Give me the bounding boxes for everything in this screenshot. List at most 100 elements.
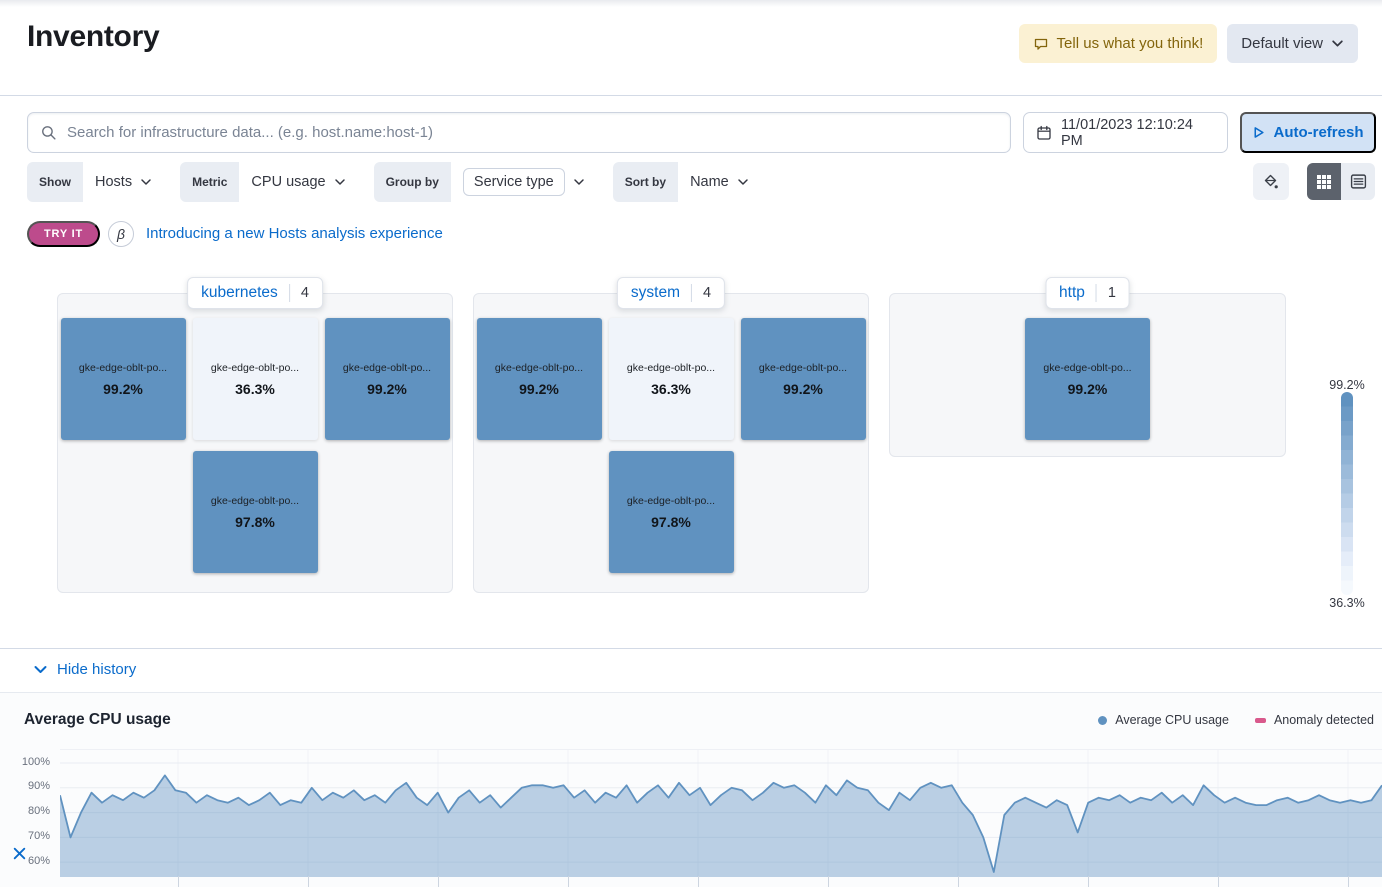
tile-grid: gke-edge-oblt-po... 99.2% <box>889 318 1286 440</box>
sort-by-filter-dropdown[interactable]: Name <box>678 162 761 202</box>
host-name: gke-edge-oblt-po... <box>343 362 431 374</box>
auto-refresh-button[interactable]: Auto-refresh <box>1240 112 1376 153</box>
host-metric-value: 97.8% <box>235 514 275 530</box>
host-tile[interactable]: gke-edge-oblt-po... 99.2% <box>477 318 602 440</box>
host-name: gke-edge-oblt-po... <box>79 362 167 374</box>
host-metric-value: 99.2% <box>1068 381 1108 397</box>
group-name-link[interactable]: kubernetes <box>201 284 278 302</box>
host-name: gke-edge-oblt-po... <box>211 362 299 374</box>
search-bar <box>27 112 1011 153</box>
host-metric-value: 99.2% <box>783 381 823 397</box>
page-title: Inventory <box>27 20 159 54</box>
host-tile[interactable]: gke-edge-oblt-po... 99.2% <box>741 318 866 440</box>
calendar-icon <box>1036 125 1052 141</box>
group-by-filter-label: Group by <box>374 162 451 202</box>
host-tile[interactable]: gke-edge-oblt-po... 97.8% <box>609 451 734 573</box>
legend-item-anomaly[interactable]: Anomaly detected <box>1255 713 1374 727</box>
host-metric-value: 36.3% <box>651 381 691 397</box>
feedback-button[interactable]: Tell us what you think! <box>1019 24 1218 63</box>
table-view-button[interactable] <box>1341 163 1375 200</box>
host-tile[interactable]: gke-edge-oblt-po... 97.8% <box>193 451 318 573</box>
legend-min-value: 36.3% <box>1318 596 1376 610</box>
group-count: 1 <box>1108 285 1116 301</box>
group-header-pill[interactable]: system 4 <box>617 277 725 309</box>
sort-by-filter-label: Sort by <box>613 162 678 202</box>
hide-history-toggle[interactable]: Hide history <box>33 661 136 678</box>
sort-by-filter: Sort by Name <box>613 162 761 202</box>
group-header-pill[interactable]: kubernetes 4 <box>187 277 323 309</box>
group-count: 4 <box>301 285 309 301</box>
auto-refresh-label: Auto-refresh <box>1273 124 1363 141</box>
date-time-value: 11/01/2023 12:10:24 PM <box>1061 117 1215 149</box>
metric-filter-label: Metric <box>180 162 239 202</box>
host-tile[interactable]: gke-edge-oblt-po... 99.2% <box>61 318 186 440</box>
chevron-down-icon <box>140 176 152 188</box>
host-metric-value: 97.8% <box>651 514 691 530</box>
chevron-down-icon <box>1331 37 1344 50</box>
tile-grid: gke-edge-oblt-po... 99.2% gke-edge-oblt-… <box>57 318 453 573</box>
legend-label: Average CPU usage <box>1115 713 1229 727</box>
color-scale-bar <box>1341 392 1353 595</box>
hide-history-label: Hide history <box>57 661 136 678</box>
hosts-analysis-link[interactable]: Introducing a new Hosts analysis experie… <box>146 225 443 242</box>
header-divider <box>0 95 1382 96</box>
history-panel: Average CPU usage Average CPU usage Anom… <box>0 692 1382 887</box>
host-name: gke-edge-oblt-po... <box>627 495 715 507</box>
host-metric-value: 99.2% <box>519 381 559 397</box>
chevron-down-icon <box>33 662 48 677</box>
beta-icon: β <box>108 221 134 247</box>
anomaly-dash-icon <box>1255 718 1266 723</box>
host-name: gke-edge-oblt-po... <box>759 362 847 374</box>
search-input[interactable] <box>67 124 998 141</box>
legend-max-value: 99.2% <box>1318 378 1376 392</box>
pill-divider <box>1096 284 1097 302</box>
group-by-filter-value: Service type <box>463 168 565 196</box>
sort-by-filter-value: Name <box>690 174 729 190</box>
show-filter: Show Hosts <box>27 162 164 202</box>
grid-view-icon <box>1316 174 1332 190</box>
view-mode-toggle <box>1307 163 1375 200</box>
legend-item-avg-cpu[interactable]: Average CPU usage <box>1098 713 1229 727</box>
search-icon <box>40 124 57 141</box>
host-metric-value: 99.2% <box>103 381 143 397</box>
view-options <box>1253 163 1375 200</box>
host-name: gke-edge-oblt-po... <box>627 362 715 374</box>
try-it-badge[interactable]: TRY IT <box>27 221 100 247</box>
chevron-down-icon <box>334 176 346 188</box>
chart-legend: Average CPU usage Anomaly detected <box>1098 713 1374 727</box>
grid-view-button[interactable] <box>1307 163 1341 200</box>
chevron-down-icon <box>737 176 749 188</box>
show-filter-dropdown[interactable]: Hosts <box>83 162 164 202</box>
show-filter-label: Show <box>27 162 83 202</box>
host-metric-value: 36.3% <box>235 381 275 397</box>
tile-grid: gke-edge-oblt-po... 99.2% gke-edge-oblt-… <box>473 318 869 573</box>
group-name-link[interactable]: system <box>631 284 680 302</box>
play-icon <box>1252 126 1265 139</box>
group-name-link[interactable]: http <box>1059 284 1085 302</box>
host-metric-value: 99.2% <box>367 381 407 397</box>
host-tile[interactable]: gke-edge-oblt-po... 99.2% <box>325 318 450 440</box>
view-dropdown[interactable]: Default view <box>1227 24 1358 63</box>
group-by-filter-dropdown[interactable]: Service type <box>451 162 597 202</box>
host-tile[interactable]: gke-edge-oblt-po... 36.3% <box>609 318 734 440</box>
date-time-picker[interactable]: 11/01/2023 12:10:24 PM <box>1023 112 1228 153</box>
metric-filter-dropdown[interactable]: CPU usage <box>239 162 357 202</box>
view-dropdown-label: Default view <box>1241 35 1323 52</box>
host-name: gke-edge-oblt-po... <box>211 495 299 507</box>
metric-filter: Metric CPU usage <box>180 162 358 202</box>
legend-color-button[interactable] <box>1253 163 1289 200</box>
legend-label: Anomaly detected <box>1274 713 1374 727</box>
group-by-filter: Group by Service type <box>374 162 597 202</box>
chart-title: Average CPU usage <box>24 711 171 729</box>
top-shadow <box>0 0 1382 7</box>
group-header-pill[interactable]: http 1 <box>1045 277 1130 309</box>
header-actions: Tell us what you think! Default view <box>1019 24 1358 63</box>
speech-bubble-icon <box>1033 36 1049 52</box>
host-tile[interactable]: gke-edge-oblt-po... 36.3% <box>193 318 318 440</box>
filter-controls: Show Hosts Metric CPU usage Group by Ser… <box>27 162 761 202</box>
metric-filter-value: CPU usage <box>251 174 325 190</box>
close-icon[interactable] <box>12 846 27 861</box>
host-name: gke-edge-oblt-po... <box>1043 362 1131 374</box>
history-chart[interactable] <box>60 749 1382 876</box>
host-tile[interactable]: gke-edge-oblt-po... 99.2% <box>1025 318 1150 440</box>
